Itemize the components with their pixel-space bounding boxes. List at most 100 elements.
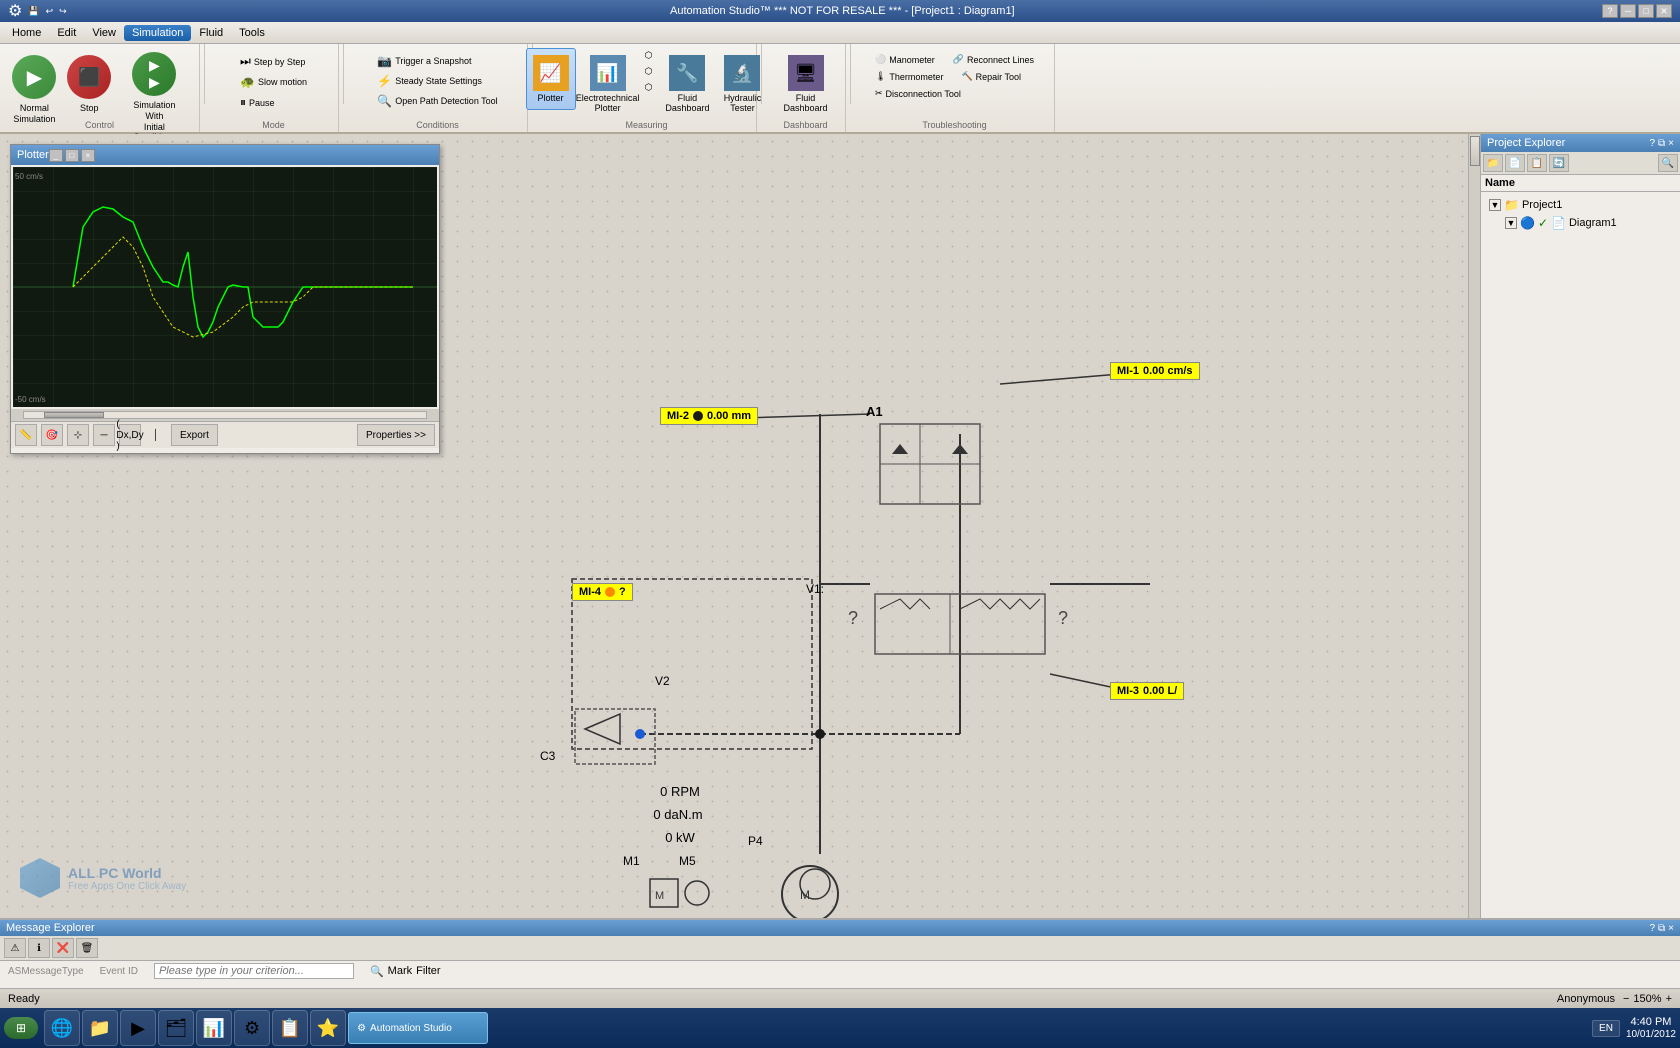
start-button[interactable]: ⊞ xyxy=(4,1017,38,1039)
pe-detach-btn[interactable]: ⧉ xyxy=(1658,138,1665,149)
tree-expand-project[interactable]: ▼ xyxy=(1489,199,1501,211)
manometer-btn[interactable]: ⚪ Manometer xyxy=(870,52,940,67)
v-scrollbar-right[interactable] xyxy=(1468,134,1480,918)
h-scroll-track[interactable] xyxy=(23,411,427,419)
taskbar-ie-btn[interactable]: 🌐 xyxy=(44,1010,80,1046)
scroll-thumb[interactable] xyxy=(1470,136,1480,166)
project-explorer-header: Project Explorer ? ⧉ × xyxy=(1481,134,1680,152)
fluid-dashboard-btn[interactable]: 🔧 FluidDashboard xyxy=(659,48,715,120)
project-explorer-toolbar: 📁 📄 📋 🔄 🔍 xyxy=(1481,152,1680,175)
quick-access-btn[interactable]: 💾 xyxy=(28,6,39,17)
me-col-2: Event ID xyxy=(100,966,138,977)
menu-tools[interactable]: Tools xyxy=(231,25,273,41)
taskbar-files-btn[interactable]: 🗂 xyxy=(158,1010,194,1046)
trigger-snapshot-btn[interactable]: 📷 Trigger a Snapshot xyxy=(372,52,502,70)
me-mark-btn[interactable]: Mark xyxy=(388,965,412,977)
pe-tool-4[interactable]: 🔄 xyxy=(1549,154,1569,172)
me-tool-3[interactable]: ❌ xyxy=(52,938,74,958)
me-filter-btn[interactable]: Filter xyxy=(416,965,440,977)
menu-fluid[interactable]: Fluid xyxy=(191,25,231,41)
taskbar-ppt-btn[interactable]: 📋 xyxy=(272,1010,308,1046)
disconnection-tool-btn[interactable]: ✂ Disconnection Tool xyxy=(870,86,1039,101)
dashboard-btn[interactable]: 🖥 FluidDashboard xyxy=(777,48,833,120)
plotter-title: Plotter xyxy=(17,149,49,161)
dashboard-label: FluidDashboard xyxy=(783,93,827,113)
electro-plotter-label: ElectrotechnicalPlotter xyxy=(576,93,640,113)
btn-sm-2[interactable]: ⬡ xyxy=(640,64,658,79)
plotter-restore-btn[interactable]: □ xyxy=(65,149,79,162)
stop-btn[interactable]: ⬛ Stop xyxy=(63,48,116,121)
close-btn[interactable]: ✕ xyxy=(1656,4,1672,18)
pe-tool-2[interactable]: 📄 xyxy=(1505,154,1525,172)
pe-close-btn[interactable]: × xyxy=(1668,138,1674,149)
slow-motion-label: Slow motion xyxy=(258,77,307,87)
maximize-btn[interactable]: □ xyxy=(1638,4,1654,18)
taskbar-star-btn[interactable]: ⭐ xyxy=(310,1010,346,1046)
canvas-area[interactable]: Plotter _ □ × xyxy=(0,134,1480,918)
pe-tool-3[interactable]: 📋 xyxy=(1527,154,1547,172)
plotter-chart[interactable]: 50 cm/s -50 cm/s 0 2.5 5 7.5 10 xyxy=(13,167,437,407)
plotter-close-btn[interactable]: × xyxy=(81,149,95,162)
thermometer-btn[interactable]: 🌡 Thermometer xyxy=(870,69,948,84)
me-help-btn[interactable]: ? xyxy=(1649,923,1655,934)
plotter-min-btn[interactable]: _ xyxy=(49,149,63,162)
zoom-out-btn[interactable]: − xyxy=(1623,993,1629,1005)
menu-edit[interactable]: Edit xyxy=(49,25,84,41)
taskbar-gear-btn[interactable]: ⚙ xyxy=(234,1010,270,1046)
redo-btn[interactable]: ↪ xyxy=(59,6,67,17)
btn-sm-1[interactable]: ⬡ xyxy=(640,48,658,63)
plotter-tool-4[interactable]: ─ xyxy=(93,424,115,446)
h-scrollbar[interactable] xyxy=(11,409,439,421)
plotter-tool-2[interactable]: 🎯 xyxy=(41,424,63,446)
zoom-control[interactable]: − 150% + xyxy=(1623,993,1672,1005)
zoom-in-btn[interactable]: + xyxy=(1666,993,1672,1005)
steady-state-btn[interactable]: ⚡ Steady State Settings xyxy=(372,72,502,90)
repair-tool-btn[interactable]: 🔨 Repair Tool xyxy=(956,69,1026,84)
taskbar-active-app[interactable]: ⚙ Automation Studio xyxy=(348,1012,488,1044)
menu-simulation[interactable]: Simulation xyxy=(124,25,191,41)
mi2-label: MI-2 xyxy=(667,410,689,422)
taskbar-lang-btn[interactable]: EN xyxy=(1592,1020,1620,1037)
taskbar-media-btn[interactable]: ▶ xyxy=(120,1010,156,1046)
plotter-tool-1[interactable]: 📏 xyxy=(15,424,37,446)
svg-text:?: ? xyxy=(1058,608,1068,628)
plotter-tool-3[interactable]: ⊹ xyxy=(67,424,89,446)
plotter-coords-btn[interactable]: ( Dx,Dy ) xyxy=(119,424,141,446)
pe-search-btn[interactable]: 🔍 xyxy=(1658,154,1678,172)
reconnect-lines-btn[interactable]: 🔗 Reconnect Lines xyxy=(948,52,1039,67)
open-path-btn[interactable]: 🔍 Open Path Detection Tool xyxy=(372,92,502,110)
plotter-export-btn[interactable]: Export xyxy=(171,424,218,446)
sim-ic-btn[interactable]: ▶▶ Simulation WithInitial Conditions xyxy=(118,48,191,147)
pause-icon: ⏸ xyxy=(240,95,246,110)
tree-diagram1[interactable]: ▼ 🔵 ✓ 📄 Diagram1 xyxy=(1485,214,1676,232)
pause-btn[interactable]: ⏸ Pause xyxy=(235,93,312,112)
btn-sm-3[interactable]: ⬡ xyxy=(640,80,658,95)
plotter-btn[interactable]: 📈 Plotter xyxy=(526,48,576,110)
me-search-input[interactable] xyxy=(154,963,354,979)
step-by-step-btn[interactable]: ⏭ Step by Step xyxy=(235,52,312,71)
menu-view[interactable]: View xyxy=(84,25,124,41)
me-detach-btn[interactable]: ⧉ xyxy=(1658,923,1665,934)
mi2-value: 0.00 mm xyxy=(707,410,751,422)
me-tool-4[interactable]: 🗑 xyxy=(76,938,98,958)
electrotechnical-plotter-btn[interactable]: 📊 ElectrotechnicalPlotter xyxy=(578,48,638,120)
mi1-value: 0.00 cm/s xyxy=(1143,365,1193,377)
taskbar-folder-btn[interactable]: 📁 xyxy=(82,1010,118,1046)
slow-motion-btn[interactable]: 🐢 Slow motion xyxy=(235,73,312,91)
menu-home[interactable]: Home xyxy=(4,25,49,41)
minimize-btn[interactable]: ─ xyxy=(1620,4,1636,18)
h-scroll-thumb[interactable] xyxy=(44,412,104,418)
tree-project1[interactable]: ▼ 📁 Project1 xyxy=(1485,196,1676,214)
taskbar-app-btn[interactable]: 📊 xyxy=(196,1010,232,1046)
me-tool-1[interactable]: ⚠ xyxy=(4,938,26,958)
message-explorer-header: Message Explorer ? ⧉ × xyxy=(0,920,1680,936)
me-tool-2[interactable]: ℹ xyxy=(28,938,50,958)
undo-btn[interactable]: ↩ xyxy=(46,6,54,17)
plotter-properties-btn[interactable]: Properties >> xyxy=(357,424,435,446)
help-btn[interactable]: ? xyxy=(1602,4,1618,18)
hydraulic-tester-btn[interactable]: 🔬 HydraulicTester xyxy=(717,48,767,120)
pe-tool-1[interactable]: 📁 xyxy=(1483,154,1503,172)
me-close-btn[interactable]: × xyxy=(1668,923,1674,934)
pe-help-btn[interactable]: ? xyxy=(1649,138,1655,149)
tree-expand-diagram[interactable]: ▼ xyxy=(1505,217,1517,229)
